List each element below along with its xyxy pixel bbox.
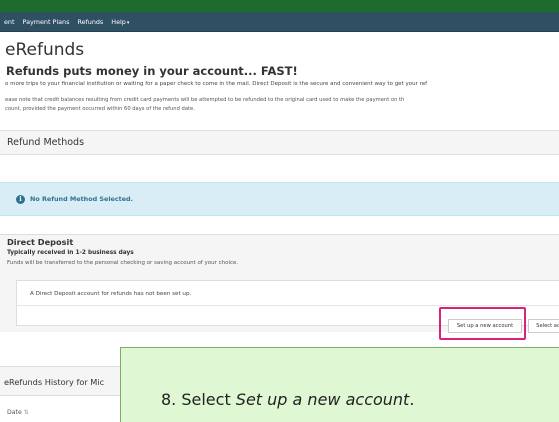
chevron-down-icon: ▾ xyxy=(126,19,130,26)
callout-prefix: 8. Select xyxy=(161,390,236,409)
callout-instruction: 8. Select Set up a new account. xyxy=(161,390,414,409)
page-headline: Refunds puts money in your account... FA… xyxy=(6,64,298,78)
callout-emphasis: Set up a new account xyxy=(235,390,410,409)
tutorial-highlight-box xyxy=(439,307,526,340)
nav-item-help[interactable]: Help▾ xyxy=(111,18,129,26)
date-column-label: Date xyxy=(7,409,22,416)
credit-card-note-line-2: count, provided the payment occurred wit… xyxy=(5,106,195,112)
date-column-header[interactable]: Date ⇅ xyxy=(7,409,29,416)
direct-deposit-title: Direct Deposit xyxy=(7,237,74,247)
select-account-button[interactable]: Select ac xyxy=(528,319,559,333)
browser-viewport: ent Payment Plans Refunds Help▾ eRefunds… xyxy=(0,0,559,422)
nav-item-refunds[interactable]: Refunds xyxy=(77,18,103,26)
info-circle-icon: i xyxy=(16,195,25,204)
alert-message: No Refund Method Selected. xyxy=(30,195,134,203)
refund-methods-panel-heading: Refund Methods xyxy=(0,130,559,155)
nav-item-payment[interactable]: ent xyxy=(4,18,15,26)
erefunds-history-heading: eRefunds History for Mic xyxy=(4,377,105,387)
no-account-message: A Direct Deposit account for refunds has… xyxy=(30,291,192,297)
main-navigation: ent Payment Plans Refunds Help▾ xyxy=(0,12,559,32)
refund-methods-heading: Refund Methods xyxy=(7,137,85,148)
direct-deposit-description: Funds will be transferred to the persona… xyxy=(7,260,239,266)
credit-card-note-line-1: ease note that credit balances resulting… xyxy=(5,97,405,103)
site-header-bar xyxy=(0,0,559,12)
tutorial-callout: 8. Select Set up a new account. xyxy=(120,347,559,422)
callout-suffix: . xyxy=(409,390,415,409)
card-divider xyxy=(16,305,559,306)
nav-item-payment-plans[interactable]: Payment Plans xyxy=(23,18,70,26)
nav-item-help-label: Help xyxy=(111,17,126,26)
direct-deposit-timing: Typically received in 1-2 business days xyxy=(7,250,134,256)
page-title: eRefunds xyxy=(5,40,85,60)
no-refund-method-alert: i No Refund Method Selected. xyxy=(0,182,559,216)
intro-text: o more trips to your financial instituti… xyxy=(5,81,428,87)
sort-icon: ⇅ xyxy=(23,409,29,416)
